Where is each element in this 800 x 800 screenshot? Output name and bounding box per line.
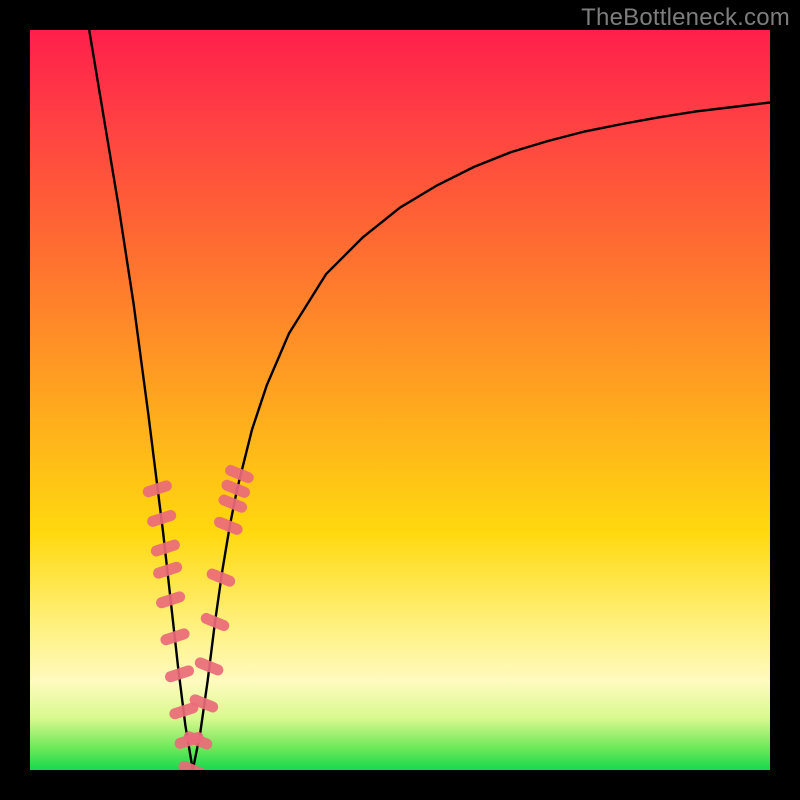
bottleneck-curve — [89, 30, 770, 770]
marker — [177, 759, 209, 770]
chart-svg — [30, 30, 770, 770]
marker-cluster — [141, 463, 255, 770]
watermark-text: TheBottleneck.com — [581, 4, 790, 32]
plot-area — [30, 30, 770, 770]
chart-frame: TheBottleneck.com — [0, 0, 800, 800]
